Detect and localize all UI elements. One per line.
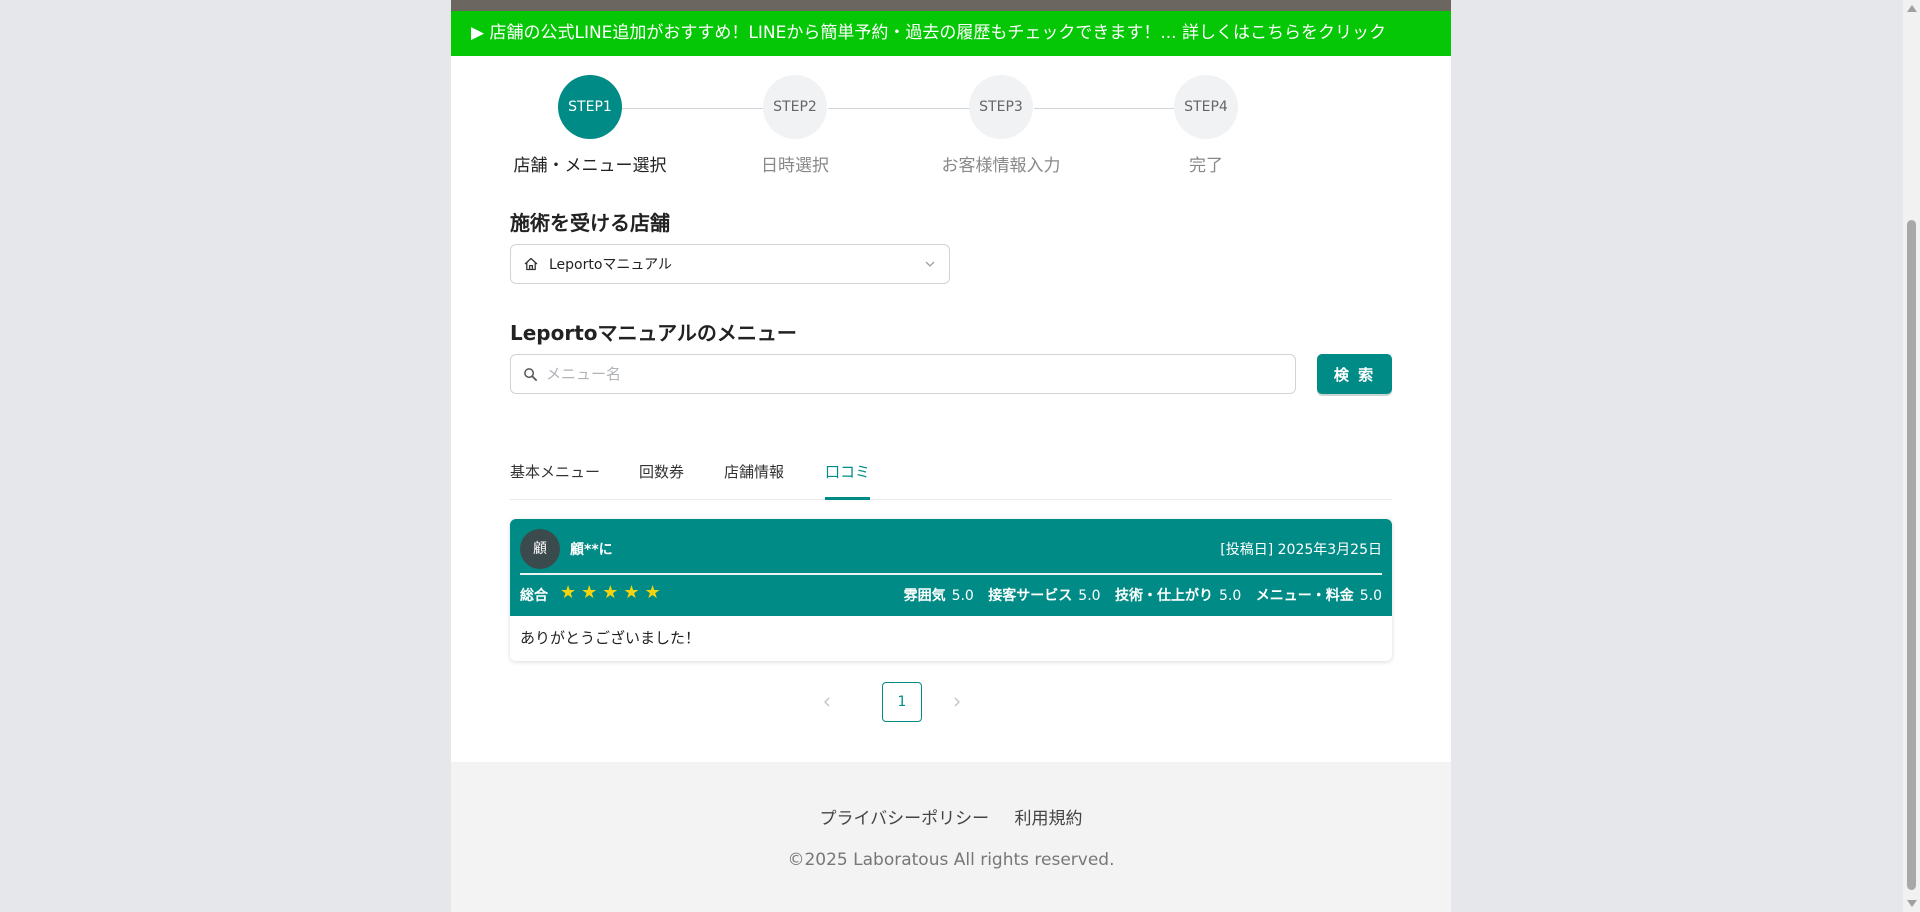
- star-rating: ★★★★★: [560, 582, 666, 603]
- review-card: 顧 顧**に [投稿日] 2025年3月25日 総合 ★★★★★ 雰囲気 5.0 …: [510, 519, 1392, 661]
- search-button[interactable]: 検 索: [1317, 354, 1392, 394]
- home-icon: [524, 257, 538, 271]
- footer: プライバシーポリシー 利用規約 ©2025 Laboratous All rig…: [451, 762, 1451, 912]
- step-label: 日時選択: [761, 156, 829, 176]
- terms-link[interactable]: 利用規約: [1015, 809, 1083, 829]
- rating-value: 5.0: [951, 588, 974, 604]
- reviewer-name: 顧**に: [570, 542, 613, 558]
- category-ratings: 雰囲気 5.0 接客サービス 5.0 技術・仕上がり 5.0 メニュー・料金 5.0: [894, 585, 1382, 605]
- menu-section-title: Leportoマニュアルのメニュー: [510, 321, 797, 345]
- pagination: 1: [803, 682, 981, 722]
- store-section-title: 施術を受ける店舗: [510, 211, 670, 235]
- search-icon: [524, 367, 537, 381]
- review-divider: [520, 573, 1382, 575]
- page-number-button[interactable]: 1: [882, 682, 922, 722]
- chevron-down-icon: [925, 261, 935, 267]
- review-header: 顧 顧**に [投稿日] 2025年3月25日 総合 ★★★★★ 雰囲気 5.0 …: [510, 519, 1392, 616]
- step-label: 完了: [1189, 156, 1223, 176]
- rating-item: メニュー・料金 5.0: [1256, 588, 1382, 604]
- step-4: STEP4 完了: [1126, 75, 1286, 176]
- scroll-down-arrow[interactable]: [1907, 900, 1917, 907]
- review-text: ありがとうございました！: [510, 616, 1392, 661]
- store-select[interactable]: Leportoマニュアル: [510, 244, 950, 284]
- scroll-up-arrow[interactable]: [1907, 5, 1917, 12]
- rating-label: 雰囲気: [903, 588, 946, 604]
- step-label: 店舗・メニュー選択: [513, 156, 667, 176]
- step-circle: STEP2: [763, 75, 827, 139]
- line-banner-link[interactable]: ▶ 店舗の公式LINE追加がおすすめ！LINEから簡単予約・過去の履歴もチェック…: [451, 11, 1451, 56]
- avatar: 顧: [520, 529, 560, 569]
- rating-item: 雰囲気 5.0: [904, 588, 974, 604]
- step-circle: STEP1: [558, 75, 622, 139]
- rating-label: メニュー・料金: [1255, 588, 1354, 604]
- post-date: [投稿日] 2025年3月25日: [1220, 542, 1382, 558]
- overall-label: 総合: [520, 588, 548, 604]
- chevron-right-icon[interactable]: [947, 692, 967, 712]
- step-3: STEP3 お客様情報入力: [921, 75, 1081, 176]
- page-scrollbar[interactable]: [1903, 0, 1920, 912]
- step-circle: STEP3: [969, 75, 1033, 139]
- tab-coupon-tickets[interactable]: 回数券: [639, 461, 684, 499]
- footer-links: プライバシーポリシー 利用規約: [451, 804, 1451, 829]
- step-2: STEP2 日時選択: [715, 75, 875, 176]
- chevron-left-icon[interactable]: [817, 692, 837, 712]
- step-circle: STEP4: [1174, 75, 1238, 139]
- store-select-value: Leportoマニュアル: [549, 257, 673, 273]
- rating-value: 5.0: [1359, 588, 1382, 604]
- rating-label: 接客サービス: [988, 588, 1073, 604]
- tab-reviews[interactable]: 口コミ: [825, 461, 871, 500]
- menu-search-field[interactable]: [510, 354, 1296, 394]
- copyright: ©2025 Laboratous All rights reserved.: [787, 850, 1115, 870]
- menu-search-input[interactable]: [544, 364, 1283, 384]
- step-1: STEP1 店舗・メニュー選択: [510, 75, 670, 176]
- scroll-thumb[interactable]: [1907, 220, 1916, 890]
- page-container: ▶ 店舗の公式LINE追加がおすすめ！LINEから簡単予約・過去の履歴もチェック…: [451, 0, 1451, 912]
- step-progress: STEP1 店舗・メニュー選択 STEP2 日時選択 STEP3 お客様情報入力…: [510, 75, 1392, 176]
- menu-tabs: 基本メニュー 回数券 店舗情報 口コミ: [510, 455, 1392, 500]
- rating-value: 5.0: [1219, 588, 1242, 604]
- tab-basic-menu[interactable]: 基本メニュー: [510, 461, 600, 499]
- hero-image-strip: [451, 0, 1451, 11]
- rating-label: 技術・仕上がり: [1115, 588, 1214, 604]
- step-label: お客様情報入力: [941, 156, 1061, 176]
- rating-value: 5.0: [1078, 588, 1101, 604]
- rating-item: 接客サービス 5.0: [988, 588, 1100, 604]
- tab-store-info[interactable]: 店舗情報: [724, 461, 784, 499]
- rating-item: 技術・仕上がり 5.0: [1115, 588, 1241, 604]
- privacy-policy-link[interactable]: プライバシーポリシー: [819, 809, 989, 829]
